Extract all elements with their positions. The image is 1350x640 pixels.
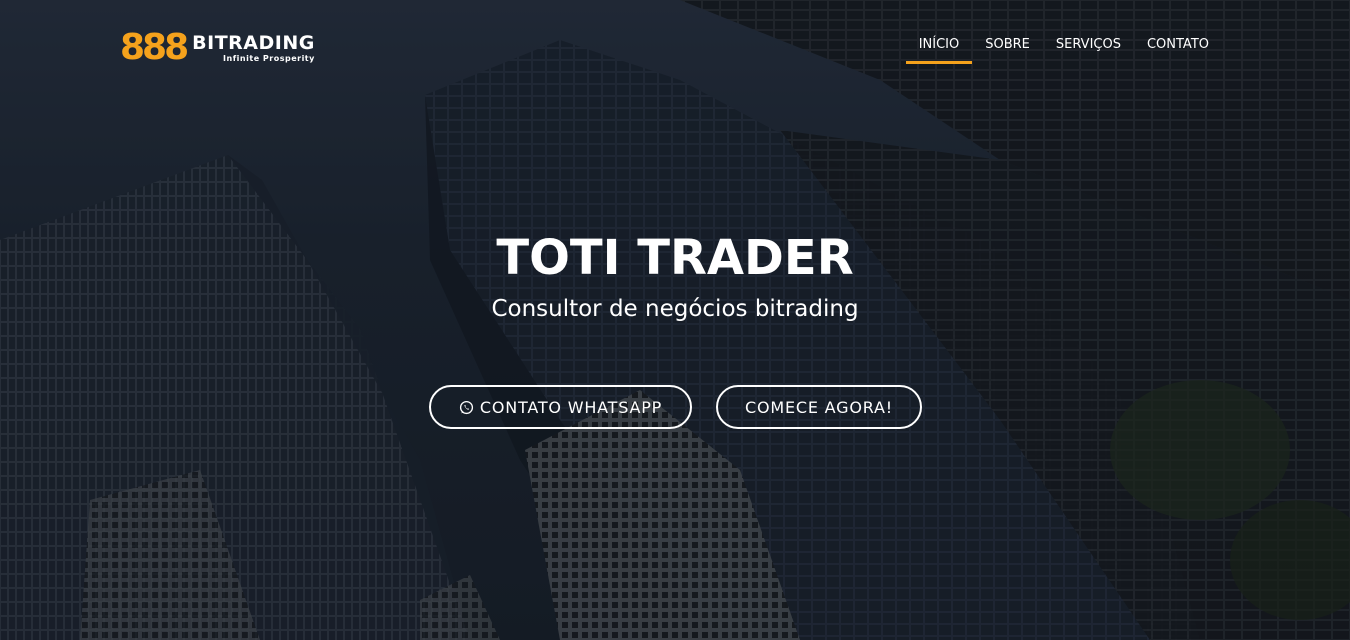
logo-text: BITRADING Infinite Prosperity [192,33,315,63]
start-now-button[interactable]: COMECE AGORA! [716,385,922,429]
nav-item-inicio[interactable]: INÍCIO [905,36,973,64]
logo-mark: 888 [120,27,189,68]
nav-item-sobre[interactable]: SOBRE [972,36,1043,64]
nav-item-servicos[interactable]: SERVIÇOS [1043,36,1134,64]
nav-item-contato[interactable]: CONTATO [1134,36,1222,64]
hero-subtitle: Consultor de negócios bitrading [491,296,859,322]
logo-tagline: Infinite Prosperity [223,54,315,63]
start-button-label: COMECE AGORA! [745,397,893,417]
whatsapp-contact-button[interactable]: CONTATO WHATSAPP [429,385,692,429]
hero-section: 888 BITRADING Infinite Prosperity INÍCIO… [0,0,1350,640]
whatsapp-button-label: CONTATO WHATSAPP [479,397,663,417]
main-nav: INÍCIO SOBRE SERVIÇOS CONTATO [905,36,1222,64]
hero-title: TOTI TRADER [496,230,854,286]
brand-logo[interactable]: 888 BITRADING Infinite Prosperity [120,28,315,68]
whatsapp-icon [459,400,473,414]
logo-wordmark: BITRADING [192,32,315,54]
